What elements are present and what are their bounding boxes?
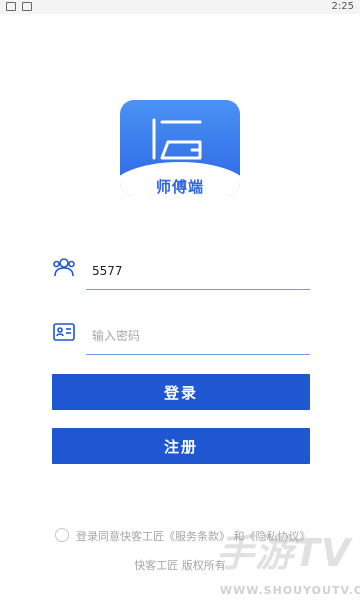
username-underline: [86, 289, 310, 290]
watermark-url: WWW.SHOUYOUTV.COM: [220, 584, 360, 597]
agreement-text: 登录同意快客工匠《服务条款》 和《隐私协议》: [76, 528, 311, 544]
status-time: 2:25: [331, 1, 354, 12]
agreement-checkbox[interactable]: [55, 528, 69, 542]
password-input[interactable]: [92, 324, 302, 348]
password-underline: [86, 354, 310, 355]
logo-mark-icon: [152, 118, 202, 160]
copyright-text: 快客工匠 版权所有: [134, 559, 226, 572]
id-card-icon: [53, 323, 75, 341]
agreement-row: 登录同意快客工匠《服务条款》 和《隐私协议》: [52, 527, 352, 545]
status-icons: [6, 2, 32, 11]
user-icon: [53, 258, 75, 277]
terms-link[interactable]: 《服务条款》: [164, 530, 230, 543]
app-logo: 师傅端: [120, 100, 240, 196]
agreement-prefix: 登录同意快客工匠: [76, 530, 164, 543]
logo-text: 师傅端: [155, 178, 204, 196]
password-field: [52, 321, 310, 355]
username-input[interactable]: [92, 259, 302, 283]
privacy-link[interactable]: 《隐私协议》: [245, 530, 311, 543]
status-bar: 2:25: [0, 0, 360, 14]
username-field: [52, 256, 310, 290]
android-icon: [22, 2, 32, 11]
login-button[interactable]: 登录: [52, 374, 310, 410]
register-button[interactable]: 注册: [52, 428, 310, 464]
notification-icon: [6, 2, 16, 11]
agreement-and: 和: [233, 530, 245, 543]
